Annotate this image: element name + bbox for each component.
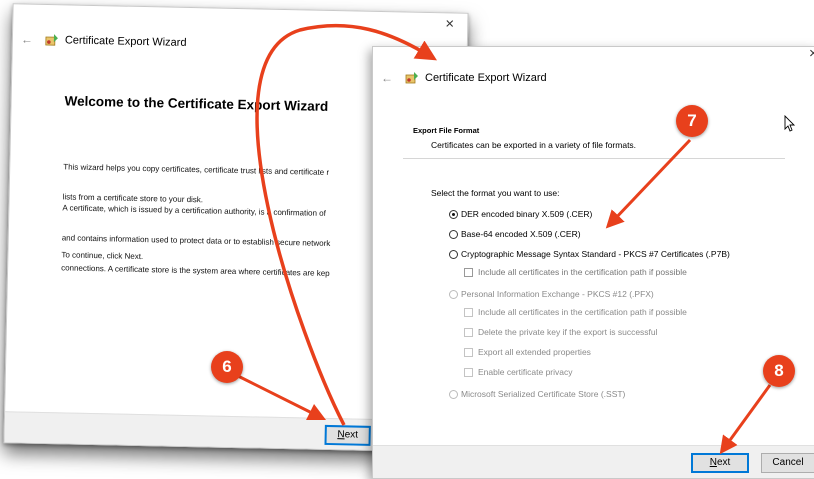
continue-instruction: To continue, click Next. [61, 250, 144, 262]
next-button[interactable]: Next [324, 424, 371, 446]
radio-base64[interactable]: Base-64 encoded X.509 (.CER) [449, 229, 581, 239]
checkbox[interactable] [464, 327, 473, 337]
checkbox-certificate-privacy[interactable]: Enable certificate privacy [464, 367, 573, 377]
checkbox-label: Include all certificates in the certific… [478, 267, 687, 277]
checkbox-delete-private-key[interactable]: Delete the private key if the export is … [464, 327, 658, 337]
radio-button[interactable] [449, 389, 458, 399]
divider [403, 158, 785, 159]
window-title: Certificate Export Wizard [64, 34, 187, 49]
radio-button[interactable] [449, 249, 458, 259]
checkbox[interactable] [464, 367, 473, 377]
radio-label: DER encoded binary X.509 (.CER) [461, 209, 593, 219]
radio-label: Personal Information Exchange - PKCS #12… [461, 289, 654, 299]
checkbox[interactable] [464, 347, 473, 357]
cancel-button[interactable]: Cancel [761, 453, 814, 473]
back-arrow-icon[interactable]: ← [21, 32, 33, 46]
title-bar: ← Certificate Export Wizard [381, 71, 547, 85]
radio-sst[interactable]: Microsoft Serialized Certificate Store (… [449, 389, 625, 399]
close-icon[interactable]: × [445, 15, 454, 32]
radio-button[interactable] [449, 229, 458, 239]
mouse-cursor-icon [784, 115, 796, 132]
radio-button[interactable] [449, 209, 458, 219]
certificate-description: A certificate, which is issued by a cert… [61, 203, 331, 278]
radio-label: Microsoft Serialized Certificate Store (… [461, 389, 626, 399]
section-description: Certificates can be exported in a variet… [431, 140, 637, 150]
format-prompt: Select the format you want to use: [431, 188, 560, 198]
radio-der[interactable]: DER encoded binary X.509 (.CER) [449, 209, 592, 219]
checkbox[interactable] [464, 307, 473, 317]
step-badge-7: 7 [676, 105, 708, 137]
page-title: Welcome to the Certificate Export Wizard [64, 93, 329, 114]
checkbox[interactable] [464, 267, 473, 277]
checkbox-p7b-include-path[interactable]: Include all certificates in the certific… [464, 267, 687, 277]
radio-label: Base-64 encoded X.509 (.CER) [461, 229, 581, 239]
close-icon[interactable]: × [809, 45, 814, 62]
wizard-window-export-format: × ← Certificate Export Wizard Export Fil… [372, 45, 814, 479]
window-title: Certificate Export Wizard [425, 72, 547, 84]
back-arrow-icon[interactable]: ← [381, 71, 393, 85]
certificate-wizard-icon [45, 34, 58, 46]
next-button[interactable]: Next [691, 453, 749, 473]
radio-pfx[interactable]: Personal Information Exchange - PKCS #12… [449, 289, 654, 299]
radio-button[interactable] [449, 289, 458, 299]
checkbox-label: Delete the private key if the export is … [478, 327, 658, 337]
radio-label: Cryptographic Message Syntax Standard - … [461, 249, 730, 259]
section-title: Export File Format [413, 126, 480, 135]
checkbox-export-extended[interactable]: Export all extended properties [464, 347, 591, 357]
title-bar: ← Certificate Export Wizard [21, 32, 187, 49]
footer-bar: Next Cancel [373, 445, 814, 478]
checkbox-pfx-include-path[interactable]: Include all certificates in the certific… [464, 307, 687, 317]
radio-pkcs7[interactable]: Cryptographic Message Syntax Standard - … [449, 249, 730, 259]
certificate-wizard-icon [405, 72, 418, 84]
checkbox-label: Enable certificate privacy [478, 367, 573, 377]
checkbox-label: Export all extended properties [478, 347, 591, 357]
step-badge-6: 6 [211, 351, 243, 383]
checkbox-label: Include all certificates in the certific… [478, 307, 687, 317]
step-badge-8: 8 [763, 355, 795, 387]
